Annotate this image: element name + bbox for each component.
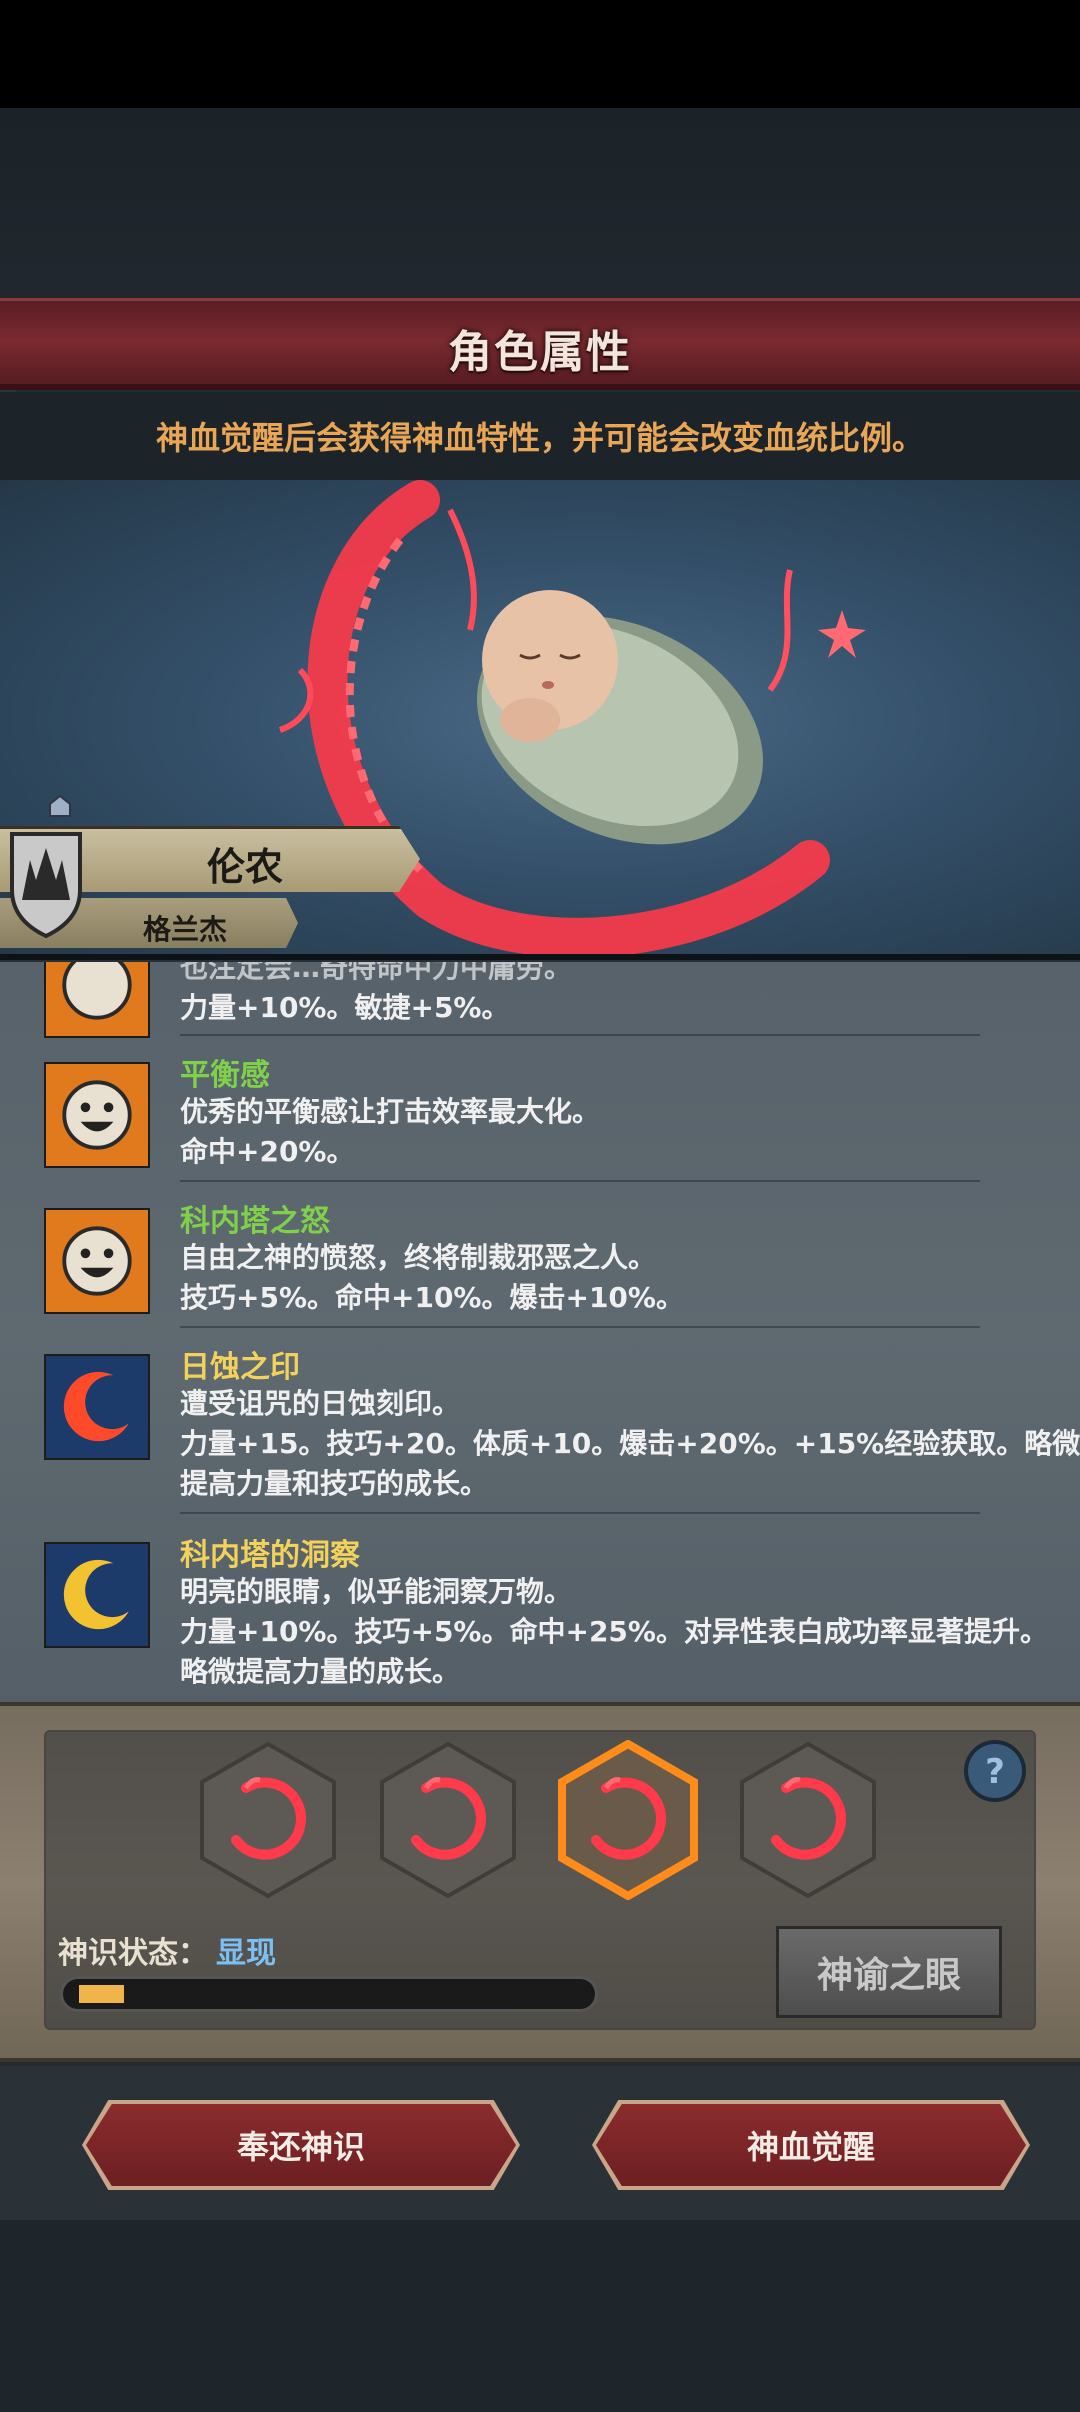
family-crest-icon [10,832,82,939]
trait-description: 优秀的平衡感让打击效率最大化。 [180,1095,601,1128]
trait-effect: 力量+10%。技巧+5%。命中+25%。对异性表白成功率显著提升。 [180,1615,1048,1648]
help-icon[interactable]: ? [962,1738,1028,1804]
blood-swirl-slot[interactable] [196,1740,340,1900]
home-icon[interactable] [48,794,72,818]
trait-list[interactable]: 也注定会…奇特命中力中庸劳。 力量+10%。敏捷+5%。 平衡感 优秀的平衡感让… [0,962,1080,1707]
trait-description: 明亮的眼睛，似乎能洞察万物。 [180,1575,573,1608]
status-label: 神识状态： [58,1936,208,1971]
trait-effect: 力量+10%。敏捷+5%。 [180,991,510,1024]
svg-text:?: ? [985,1752,1005,1792]
red-crescent-icon [44,1354,150,1460]
sun-face-icon [44,962,150,1038]
divider [180,1326,980,1328]
gold-crescent-icon [44,1542,150,1648]
blood-awaken-button[interactable]: 神血觉醒 [596,2104,1026,2186]
hint-text: 神血觉醒后会获得神血特性，并可能会改变血统比例。 [155,419,924,457]
return-divine-button[interactable]: 奉还神识 [86,2104,516,2186]
sun-face-icon [44,1208,150,1314]
sun-face-icon [44,1062,150,1168]
trait-description: 也注定会…奇特命中力中庸劳。 [180,962,573,984]
family-name: 格兰杰 [142,913,227,946]
trait-effect: 力量+15。技巧+20。体质+10。爆击+20%。+15%经验获取。略微 [180,1427,1080,1460]
blood-swirl-slot[interactable] [736,1740,880,1900]
footer [0,2220,1080,2412]
trait-name: 日蚀之印 [180,1350,300,1385]
trait-name: 科内塔之怒 [180,1204,330,1239]
trait-description: 自由之神的愤怒，终将制裁邪恶之人。 [180,1241,657,1274]
trait-name: 平衡感 [180,1058,270,1093]
progress-bar [60,1976,598,2012]
blood-swirl-slot[interactable] [376,1740,520,1900]
trait-name: 科内塔的洞察 [180,1538,360,1573]
oracle-eye-button[interactable]: 神谕之眼 [776,1926,1002,2018]
trait-description: 遭受诅咒的日蚀刻印。 [180,1387,461,1420]
divider [180,1512,980,1514]
trait-effect: 略微提高力量的成长。 [180,1655,461,1688]
progress-fill [79,1985,124,2003]
status-bar [0,0,1080,108]
page-title: 角色属性 [448,327,632,378]
trait-effect: 提高力量和技巧的成长。 [180,1467,489,1500]
trait-effect: 技巧+5%。命中+10%。爆击+10%。 [180,1281,684,1314]
trait-effect: 命中+20%。 [180,1135,355,1168]
status-value: 显现 [216,1936,276,1971]
blood-swirl-slot-selected[interactable] [556,1740,700,1900]
divider [180,1180,980,1182]
character-name: 伦农 [206,845,283,889]
divider [180,1034,980,1036]
